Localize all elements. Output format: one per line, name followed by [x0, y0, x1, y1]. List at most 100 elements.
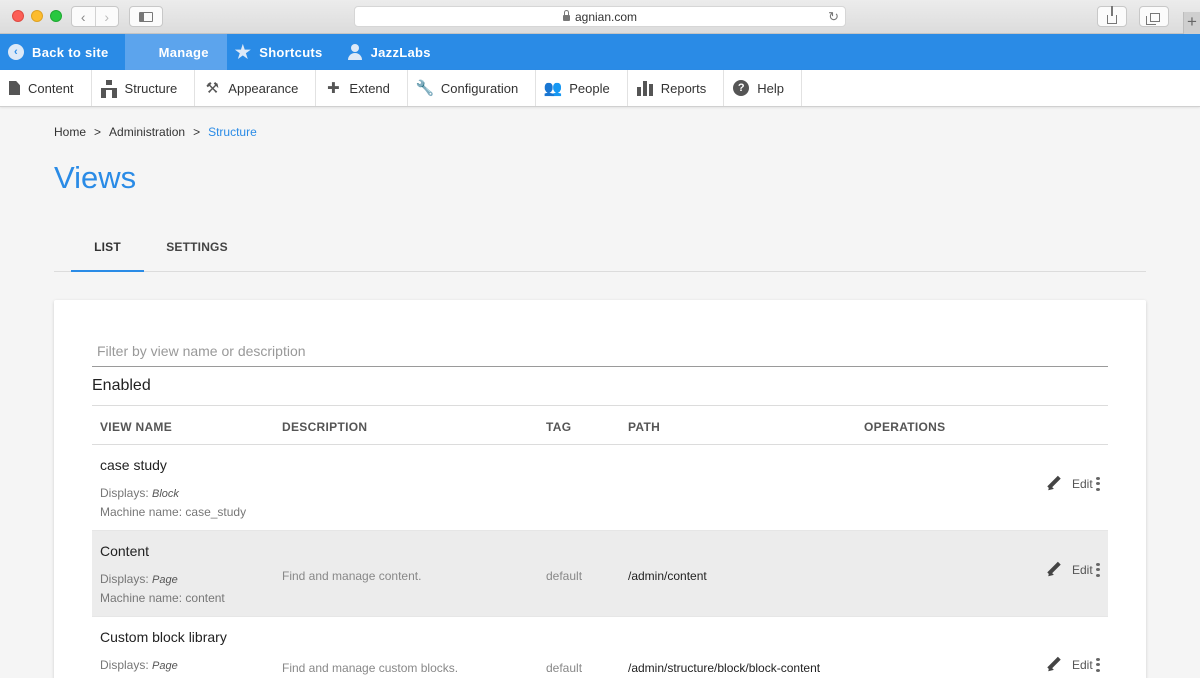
tray-item-people[interactable]: 👥 People — [536, 70, 628, 106]
tray-item-label: Appearance — [228, 80, 299, 96]
tray-item-extend[interactable]: ✚ Extend — [316, 70, 408, 106]
tray-item-reports[interactable]: Reports — [628, 70, 725, 106]
tray-item-label: Structure — [124, 80, 178, 96]
table-row: case study Displays: Block Machine name:… — [92, 445, 1108, 531]
view-displays: Displays: Page — [100, 572, 178, 586]
views-table: VIEW NAME DESCRIPTION TAG PATH OPERATION… — [92, 405, 1108, 678]
operations-cell: Edit — [1046, 657, 1100, 672]
user-icon — [347, 44, 363, 60]
view-name: Custom block library — [100, 629, 227, 645]
section-heading-enabled: Enabled — [92, 377, 151, 394]
address-bar[interactable]: agnian.com ↻ — [354, 6, 846, 27]
sidebar-toggle-button[interactable] — [129, 6, 163, 27]
pencil-icon — [1046, 562, 1061, 577]
tray-item-content[interactable]: Content — [0, 70, 92, 106]
page-title: Views — [54, 160, 137, 195]
close-window-button[interactable] — [12, 10, 24, 22]
minimize-window-button[interactable] — [31, 10, 43, 22]
tray-item-label: Configuration — [440, 80, 519, 96]
new-tab-button[interactable]: + — [1183, 12, 1200, 34]
edit-link[interactable]: Edit — [1072, 563, 1093, 577]
table-row: Custom block library Displays: Page Mach… — [92, 617, 1108, 678]
view-tag: default — [546, 569, 583, 583]
help-icon: ? — [733, 80, 750, 96]
breadcrumb: Home > Administration > Structure — [54, 125, 257, 139]
column-header-operations: OPERATIONS — [864, 420, 946, 434]
view-tag: default — [546, 661, 583, 675]
tray-item-label: Help — [757, 80, 784, 96]
breadcrumb-separator: > — [193, 125, 201, 139]
tab-settings[interactable]: SETTINGS — [162, 230, 232, 272]
star-icon: ★ — [234, 42, 252, 62]
tray-item-structure[interactable]: Structure — [92, 70, 196, 106]
views-listing-card: Filter by view name or description Enabl… — [54, 300, 1146, 678]
pencil-icon — [1046, 657, 1061, 672]
view-path[interactable]: /admin/structure/block/block-content — [628, 661, 820, 675]
user-label: JazzLabs — [370, 44, 431, 60]
view-displays: Displays: Block — [100, 486, 179, 500]
more-options-icon[interactable] — [1095, 476, 1100, 491]
bar-chart-icon — [636, 80, 653, 96]
forward-arrow-icon[interactable]: › — [94, 7, 119, 26]
puzzle-icon: ✚ — [327, 80, 340, 97]
view-machine-name: Machine name: case_study — [100, 505, 247, 519]
back-to-site-label: Back to site — [32, 44, 109, 60]
view-path[interactable]: /admin/content — [628, 569, 707, 583]
breadcrumb-administration[interactable]: Administration — [109, 125, 185, 139]
table-header: VIEW NAME DESCRIPTION TAG PATH OPERATION… — [92, 405, 1108, 445]
tray-item-help[interactable]: ? Help — [724, 70, 802, 106]
document-icon — [9, 81, 20, 95]
manage-tab[interactable]: Manage — [124, 34, 227, 70]
view-description: Find and manage content. — [282, 569, 422, 583]
tray-item-label: Content — [28, 80, 74, 96]
breadcrumb-separator: > — [94, 125, 102, 139]
view-name: Content — [100, 543, 150, 559]
user-tab[interactable]: JazzLabs — [339, 34, 447, 70]
primary-tabs: LIST SETTINGS — [54, 230, 1146, 272]
more-options-icon[interactable] — [1095, 562, 1100, 577]
admin-tray: Content Structure ⚒ Appearance ✚ Extend … — [0, 70, 1200, 107]
tray-item-appearance[interactable]: ⚒ Appearance — [195, 70, 317, 106]
view-machine-name: Machine name: content — [100, 591, 225, 605]
tab-list[interactable]: LIST — [71, 230, 144, 272]
wrench-icon: 🔧 — [415, 80, 435, 97]
view-description: Find and manage custom blocks. — [282, 661, 459, 675]
operations-cell: Edit — [1046, 476, 1100, 491]
tabs-icon — [1146, 13, 1160, 25]
fullscreen-window-button[interactable] — [50, 10, 62, 22]
sidebar-icon — [139, 11, 153, 22]
reload-icon[interactable]: ↻ — [828, 9, 839, 25]
more-options-icon[interactable] — [1095, 657, 1100, 672]
edit-link[interactable]: Edit — [1072, 477, 1093, 491]
tray-item-label: Extend — [349, 80, 390, 96]
tray-item-label: Reports — [660, 80, 707, 96]
breadcrumb-home[interactable]: Home — [54, 125, 86, 139]
filter-input[interactable]: Filter by view name or description — [92, 336, 1108, 367]
back-to-site-link[interactable]: ‹ Back to site — [0, 34, 125, 70]
column-header-tag: TAG — [546, 420, 572, 434]
operations-cell: Edit — [1046, 562, 1100, 577]
edit-link[interactable]: Edit — [1072, 658, 1093, 672]
browser-nav-buttons: ‹ › — [71, 6, 119, 27]
tab-overview-button[interactable] — [1139, 6, 1169, 27]
people-icon: 👥 — [543, 80, 563, 97]
column-header-description: DESCRIPTION — [282, 420, 368, 434]
share-icon — [1107, 6, 1117, 24]
table-row: Content Displays: Page Machine name: con… — [92, 531, 1108, 617]
paintbrush-icon: ⚒ — [205, 80, 220, 97]
hamburger-icon — [133, 45, 151, 59]
tray-item-label: People — [569, 80, 610, 96]
share-button[interactable] — [1097, 6, 1127, 27]
view-name: case study — [100, 457, 167, 473]
pencil-icon — [1046, 476, 1061, 491]
sitemap-icon — [100, 80, 117, 98]
shortcuts-label: Shortcuts — [259, 44, 323, 60]
tray-item-configuration[interactable]: 🔧 Configuration — [408, 70, 537, 106]
back-arrow-icon[interactable]: ‹ — [72, 7, 95, 26]
column-header-view-name: VIEW NAME — [100, 420, 173, 434]
browser-chrome: ‹ › agnian.com ↻ + — [0, 0, 1200, 34]
lock-icon — [562, 9, 570, 21]
shortcuts-tab[interactable]: ★ Shortcuts — [227, 34, 339, 70]
breadcrumb-structure[interactable]: Structure — [208, 125, 257, 139]
view-displays: Displays: Page — [100, 658, 178, 672]
